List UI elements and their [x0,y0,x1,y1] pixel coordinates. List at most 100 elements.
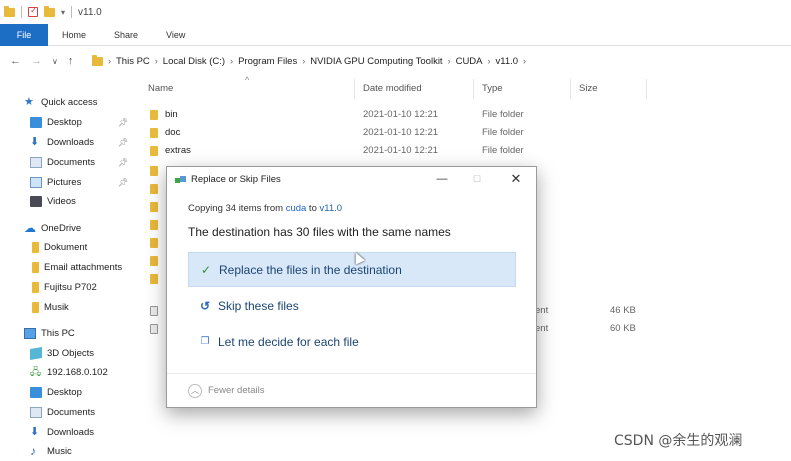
up-arrow-icon[interactable]: ↑ [68,55,74,67]
column-header-name[interactable]: Name [148,83,173,94]
tab-file[interactable]: File [0,23,48,46]
option-label: Let me decide for each file [218,334,359,349]
cube-icon [30,346,42,360]
pin-icon[interactable]: 📌︎ [118,118,128,127]
decide-files-icon: ❐ [200,336,210,347]
breadcrumb-chevron-icon[interactable]: › [155,56,158,66]
sidebar-item-pictures[interactable]: Pictures 📌︎ [30,174,140,190]
file-row[interactable]: doc 2021-01-10 12:21 File folder [140,124,791,142]
sidebar-item-downloads-pc[interactable]: ⬇ Downloads [30,424,94,440]
sort-caret-icon: ^ [245,75,250,85]
sidebar-item-fujitsu[interactable]: Fujitsu P702 [32,279,97,295]
back-arrow-icon[interactable]: ← [10,55,21,67]
breadcrumb-chevron-icon[interactable]: › [523,56,526,66]
maximize-button[interactable]: ☐ [466,170,488,188]
decide-each-option[interactable]: ❐ Let me decide for each file [188,324,516,359]
breadcrumb-v11[interactable]: v11.0 [496,56,519,67]
file-date: 2021-01-10 12:21 [363,145,439,156]
column-header-size[interactable]: Size [579,83,597,94]
pin-icon[interactable]: 📌︎ [118,158,128,167]
sidebar-item-onedrive[interactable]: ☁ OneDrive [24,220,81,236]
tab-share[interactable]: Share [100,24,152,46]
new-folder-icon[interactable] [44,5,55,17]
tab-home[interactable]: Home [48,24,100,46]
sidebar-item-dokument[interactable]: Dokument [32,239,87,255]
minimize-button[interactable]: — [431,170,453,188]
folder-icon [150,220,158,230]
column-divider[interactable] [354,79,355,99]
cloud-icon: ☁ [24,220,36,235]
folder-icon [150,128,158,138]
destination-folder-link[interactable]: v11.0 [320,203,343,214]
sidebar-item-downloads[interactable]: ⬇ Downloads 📌︎ [30,134,140,150]
breadcrumb-chevron-icon[interactable]: › [488,56,491,66]
sidebar-item-music[interactable]: ♪ Music [30,443,72,459]
option-label: Skip these files [218,298,299,313]
dialog-footer: ︿ Fewer details [167,373,536,407]
properties-icon[interactable] [28,5,38,17]
sidebar-item-label: Desktop [47,386,82,398]
column-header-type[interactable]: Type [482,83,503,94]
breadcrumb-chevron-icon[interactable]: › [302,56,305,66]
forward-arrow-icon[interactable]: → [31,55,42,67]
sidebar-item-label: Downloads [47,136,94,148]
skip-files-option[interactable]: ↺ Skip these files [188,288,516,323]
sidebar-item-label: Fujitsu P702 [44,281,97,293]
pin-icon[interactable]: 📌︎ [118,178,128,187]
sidebar-item-quick-access[interactable]: ★ Quick access [24,94,98,110]
pin-icon[interactable]: 📌︎ [118,138,128,147]
sidebar-item-3d-objects[interactable]: 3D Objects [30,345,94,361]
breadcrumb-chevron-icon[interactable]: › [448,56,451,66]
breadcrumb-program-files[interactable]: Program Files [238,56,297,67]
sidebar-item-documents-pc[interactable]: Documents [30,404,95,420]
folder-icon [92,54,103,66]
tab-view[interactable]: View [152,24,199,46]
breadcrumb-chevron-icon[interactable]: › [108,56,111,66]
recent-locations-chevron-icon[interactable]: ∨ [52,57,58,66]
sidebar-item-videos[interactable]: Videos [30,193,76,209]
breadcrumb-this-pc[interactable]: This PC [116,56,150,67]
download-icon: ⬇ [30,135,40,148]
breadcrumb-chevron-icon[interactable]: › [230,56,233,66]
sidebar-item-label: 192.168.0.102 [47,366,108,378]
sidebar-item-email-attachments[interactable]: Email attachments [32,259,122,275]
file-type: File folder [482,109,524,120]
column-divider[interactable] [646,79,647,99]
sidebar-item-label: Documents [47,156,96,168]
star-icon: ★ [24,95,34,108]
sidebar-item-label: Quick access [41,96,98,108]
folder-icon [150,110,158,120]
sidebar-item-musik[interactable]: Musik [32,299,69,315]
breadcrumb-cuda[interactable]: CUDA [456,56,483,67]
breadcrumb-local-disk[interactable]: Local Disk (C:) [163,56,225,67]
file-date: 2021-01-10 12:21 [363,109,439,120]
skip-arrow-icon: ↺ [199,298,211,313]
chevron-up-icon[interactable]: ︿ [188,383,202,398]
sidebar-item-documents[interactable]: Documents 📌︎ [30,154,140,170]
source-folder-link[interactable]: cuda [286,203,307,214]
music-icon: ♪ [30,443,36,458]
folder-icon [32,261,39,273]
file-name: doc [165,127,181,138]
column-divider[interactable] [473,79,474,99]
file-row[interactable]: extras 2021-01-10 12:21 File folder [140,142,791,160]
sidebar-item-desktop[interactable]: Desktop 📌︎ [30,114,140,130]
column-divider[interactable] [570,79,571,99]
sidebar-item-label: This PC [41,327,75,339]
ribbon-tabs: File Home Share View [0,23,791,46]
sidebar-item-this-pc[interactable]: This PC [24,325,75,341]
address-bar[interactable]: › This PC › Local Disk (C:) › Program Fi… [92,51,791,71]
file-icon [150,324,158,334]
quick-access-dropdown-icon[interactable]: ▾ [61,8,65,17]
file-row[interactable]: bin 2021-01-10 12:21 File folder [140,106,791,124]
computer-icon [24,327,36,339]
column-header-date[interactable]: Date modified [363,83,422,94]
fewer-details-link[interactable]: Fewer details [208,385,265,396]
folder-icon [32,281,39,293]
close-button[interactable]: ✕ [505,170,527,188]
sidebar-item-desktop-pc[interactable]: Desktop [30,384,82,400]
sidebar-item-network-drive[interactable]: 🖧 192.168.0.102 [30,364,108,380]
pictures-icon [30,176,42,188]
breadcrumb-nvidia-toolkit[interactable]: NVIDIA GPU Computing Toolkit [310,56,442,67]
file-icon [150,306,158,316]
